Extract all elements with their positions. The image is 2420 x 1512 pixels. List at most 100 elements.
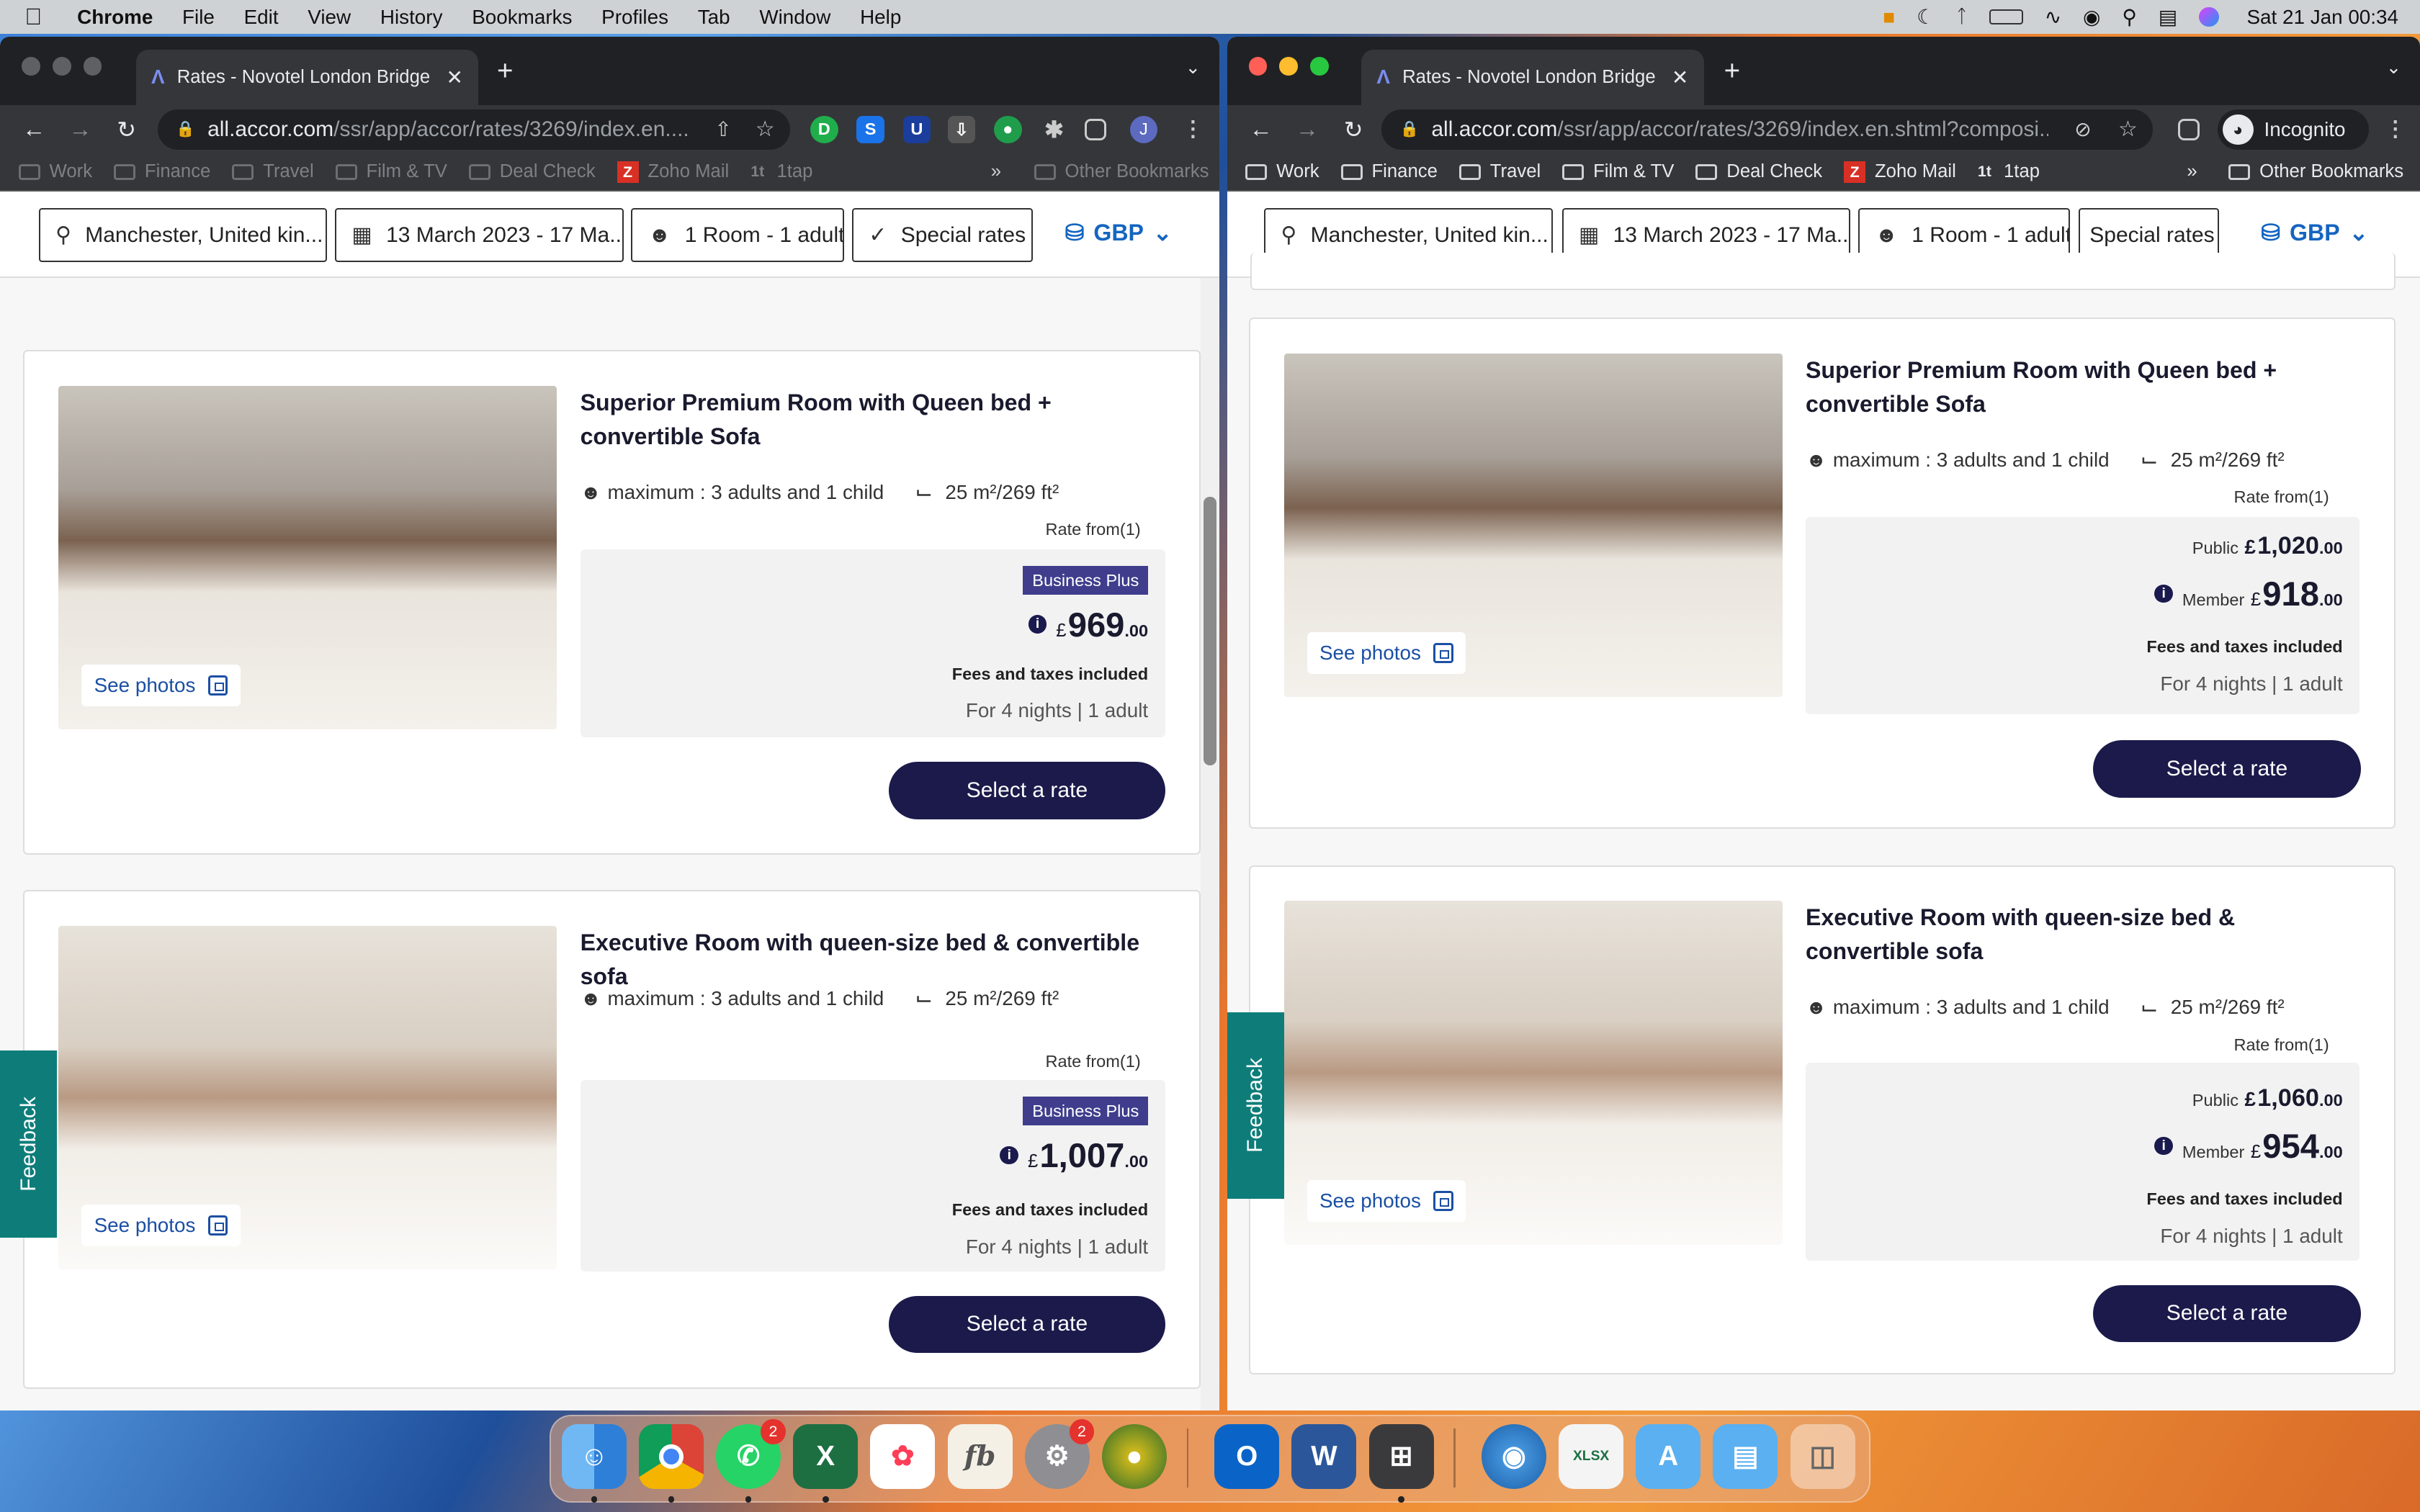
share-icon[interactable]: ⇧: [714, 117, 731, 141]
room-title[interactable]: Superior Premium Room with Queen bed + c…: [581, 386, 1167, 454]
see-photos-button[interactable]: See photos: [1307, 632, 1466, 675]
address-bar[interactable]: 🔒 all.accor.com/ssr/app/accor/rates/3269…: [157, 109, 791, 150]
bookmark-zoho-mail[interactable]: Z Zoho Mail: [617, 161, 729, 183]
bookmark-1tap[interactable]: 1t 1tap: [750, 161, 812, 182]
room-photo[interactable]: See photos: [1283, 353, 1783, 698]
menu-help[interactable]: Help: [860, 6, 901, 29]
notification-icon[interactable]: ■: [1883, 6, 1895, 29]
bookmark-film-tv[interactable]: Film & TV: [335, 161, 447, 182]
world-icon[interactable]: ◉: [1481, 1423, 1546, 1489]
dates-field[interactable]: ▦ 13 March 2023 - 17 Ma...: [335, 208, 624, 263]
clock[interactable]: Sat 21 Jan 00:34: [2246, 6, 2398, 29]
select-rate-button[interactable]: Select a rate: [889, 1295, 1165, 1354]
select-rate-button[interactable]: Select a rate: [2092, 1284, 2362, 1343]
outlook-icon[interactable]: O: [1214, 1423, 1280, 1489]
forward-icon[interactable]: →: [68, 116, 92, 143]
extension-download-icon[interactable]: ⇩: [947, 115, 976, 144]
see-photos-button[interactable]: See photos: [81, 665, 241, 707]
menu-profiles[interactable]: Profiles: [601, 6, 668, 29]
extension-green-icon[interactable]: D: [810, 115, 838, 144]
bookmark-1tap[interactable]: 1t 1tap: [1978, 161, 2040, 182]
close-tab-icon[interactable]: ✕: [447, 66, 463, 89]
siri-icon[interactable]: [2199, 6, 2219, 27]
bookmark-travel[interactable]: Travel: [1458, 161, 1541, 182]
bookmark-work[interactable]: Work: [18, 161, 92, 182]
user-account-icon[interactable]: ◉: [2083, 5, 2100, 29]
spotlight-search-icon[interactable]: ⚲: [2122, 5, 2136, 29]
calculator-icon[interactable]: ⊞: [1368, 1423, 1434, 1489]
extension-bitwarden-icon[interactable]: U: [902, 115, 931, 144]
monday-icon[interactable]: ✿: [870, 1423, 936, 1489]
bookmark-film-tv[interactable]: Film & TV: [1562, 161, 1674, 182]
bluetooth-icon[interactable]: ᛏ: [1956, 6, 1967, 27]
menu-tab[interactable]: Tab: [698, 6, 730, 29]
folder-icon[interactable]: ▤: [1713, 1423, 1778, 1489]
info-icon[interactable]: i: [1000, 1146, 1019, 1165]
extensions-puzzle-icon[interactable]: ✱: [1040, 116, 1068, 144]
select-rate-button[interactable]: Select a rate: [889, 762, 1165, 819]
apple-icon[interactable]: : [24, 4, 55, 30]
room-photo[interactable]: See photos: [1283, 901, 1783, 1246]
extension-s-icon[interactable]: S: [856, 115, 884, 144]
tab-rates[interactable]: Λ Rates - Novotel London Bridge ✕: [1361, 49, 1704, 105]
side-panel-icon[interactable]: [1085, 118, 1107, 140]
side-panel-icon[interactable]: [2177, 118, 2200, 140]
close-window-button[interactable]: [22, 57, 40, 76]
bookmark-travel[interactable]: Travel: [232, 161, 314, 182]
info-icon[interactable]: i: [1028, 615, 1047, 634]
profile-avatar[interactable]: J: [1129, 115, 1158, 144]
browser-menu-icon[interactable]: ⋮: [2381, 116, 2409, 144]
info-icon[interactable]: i: [2154, 584, 2174, 603]
destination-field[interactable]: ⚲ Manchester, United kin...: [38, 208, 328, 263]
app-store-folder-icon[interactable]: A: [1636, 1423, 1701, 1489]
other-bookmarks[interactable]: Other Bookmarks: [1034, 161, 1209, 182]
special-rates-field[interactable]: ✓ Special rates: [851, 208, 1033, 263]
zoom-window-button[interactable]: [83, 57, 102, 76]
guests-field[interactable]: ☻ 1 Room - 1 adult: [631, 208, 845, 263]
address-bar[interactable]: 🔒 all.accor.com/ssr/app/accor/rates/3269…: [1381, 109, 2154, 150]
tab-search-chevron-icon[interactable]: ⌄: [1186, 57, 1201, 78]
bookmark-deal-check[interactable]: Deal Check: [1695, 161, 1822, 182]
excel-icon[interactable]: X: [793, 1423, 859, 1489]
info-icon[interactable]: i: [2154, 1136, 2174, 1156]
feedback-tab[interactable]: Feedback: [0, 1050, 58, 1238]
menu-view[interactable]: View: [308, 6, 351, 29]
see-photos-button[interactable]: See photos: [1307, 1180, 1466, 1222]
bookmark-zoho-mail[interactable]: Z Zoho Mail: [1844, 161, 1956, 183]
minimize-window-button[interactable]: [1279, 57, 1299, 76]
back-icon[interactable]: ←: [1249, 116, 1273, 143]
room-photo[interactable]: See photos: [58, 385, 557, 730]
incognito-profile[interactable]: ◕ Incognito: [2218, 109, 2370, 150]
word-icon[interactable]: W: [1291, 1423, 1357, 1489]
control-center-icon[interactable]: ▤: [2159, 5, 2177, 29]
menu-edit[interactable]: Edit: [244, 6, 279, 29]
back-icon[interactable]: ←: [22, 116, 46, 143]
room-title[interactable]: Executive Room with queen-size bed & con…: [1806, 901, 2331, 968]
battery-icon[interactable]: [1989, 9, 2023, 25]
bookmark-finance[interactable]: Finance: [114, 161, 210, 182]
chrome-icon[interactable]: [638, 1423, 704, 1489]
bookmark-deal-check[interactable]: Deal Check: [468, 161, 596, 182]
bookmark-finance[interactable]: Finance: [1340, 161, 1438, 182]
forward-icon[interactable]: →: [1295, 116, 1319, 143]
other-bookmarks[interactable]: Other Bookmarks: [2228, 161, 2403, 182]
room-photo[interactable]: See photos: [58, 925, 557, 1270]
bookmark-star-icon[interactable]: ☆: [2118, 117, 2138, 142]
bookmark-work[interactable]: Work: [1245, 161, 1319, 182]
tab-rates[interactable]: Λ Rates - Novotel London Bridge ✕: [135, 49, 479, 105]
wifi-icon[interactable]: ∿: [2045, 5, 2061, 29]
tracking-protection-eye-icon[interactable]: ⊘: [2074, 117, 2091, 141]
menu-app-name[interactable]: Chrome: [77, 6, 153, 29]
new-tab-button[interactable]: +: [1724, 55, 1741, 87]
reload-icon[interactable]: ↻: [115, 116, 139, 143]
bookmark-star-icon[interactable]: ☆: [756, 117, 775, 142]
room-title[interactable]: Superior Premium Room with Queen bed + c…: [1806, 354, 2315, 421]
scrollbar-thumb[interactable]: [1204, 496, 1216, 765]
do-not-disturb-moon-icon[interactable]: ☾: [1917, 5, 1935, 29]
trash-icon[interactable]: ◫: [1790, 1423, 1855, 1489]
minimize-window-button[interactable]: [52, 57, 71, 76]
feedback-tab[interactable]: Feedback: [1227, 1012, 1284, 1199]
globe-app-icon[interactable]: ●: [1101, 1423, 1167, 1489]
extension-leaf-icon[interactable]: ●: [994, 115, 1022, 144]
currency-selector[interactable]: ⛁ GBP ⌄: [1065, 219, 1173, 246]
